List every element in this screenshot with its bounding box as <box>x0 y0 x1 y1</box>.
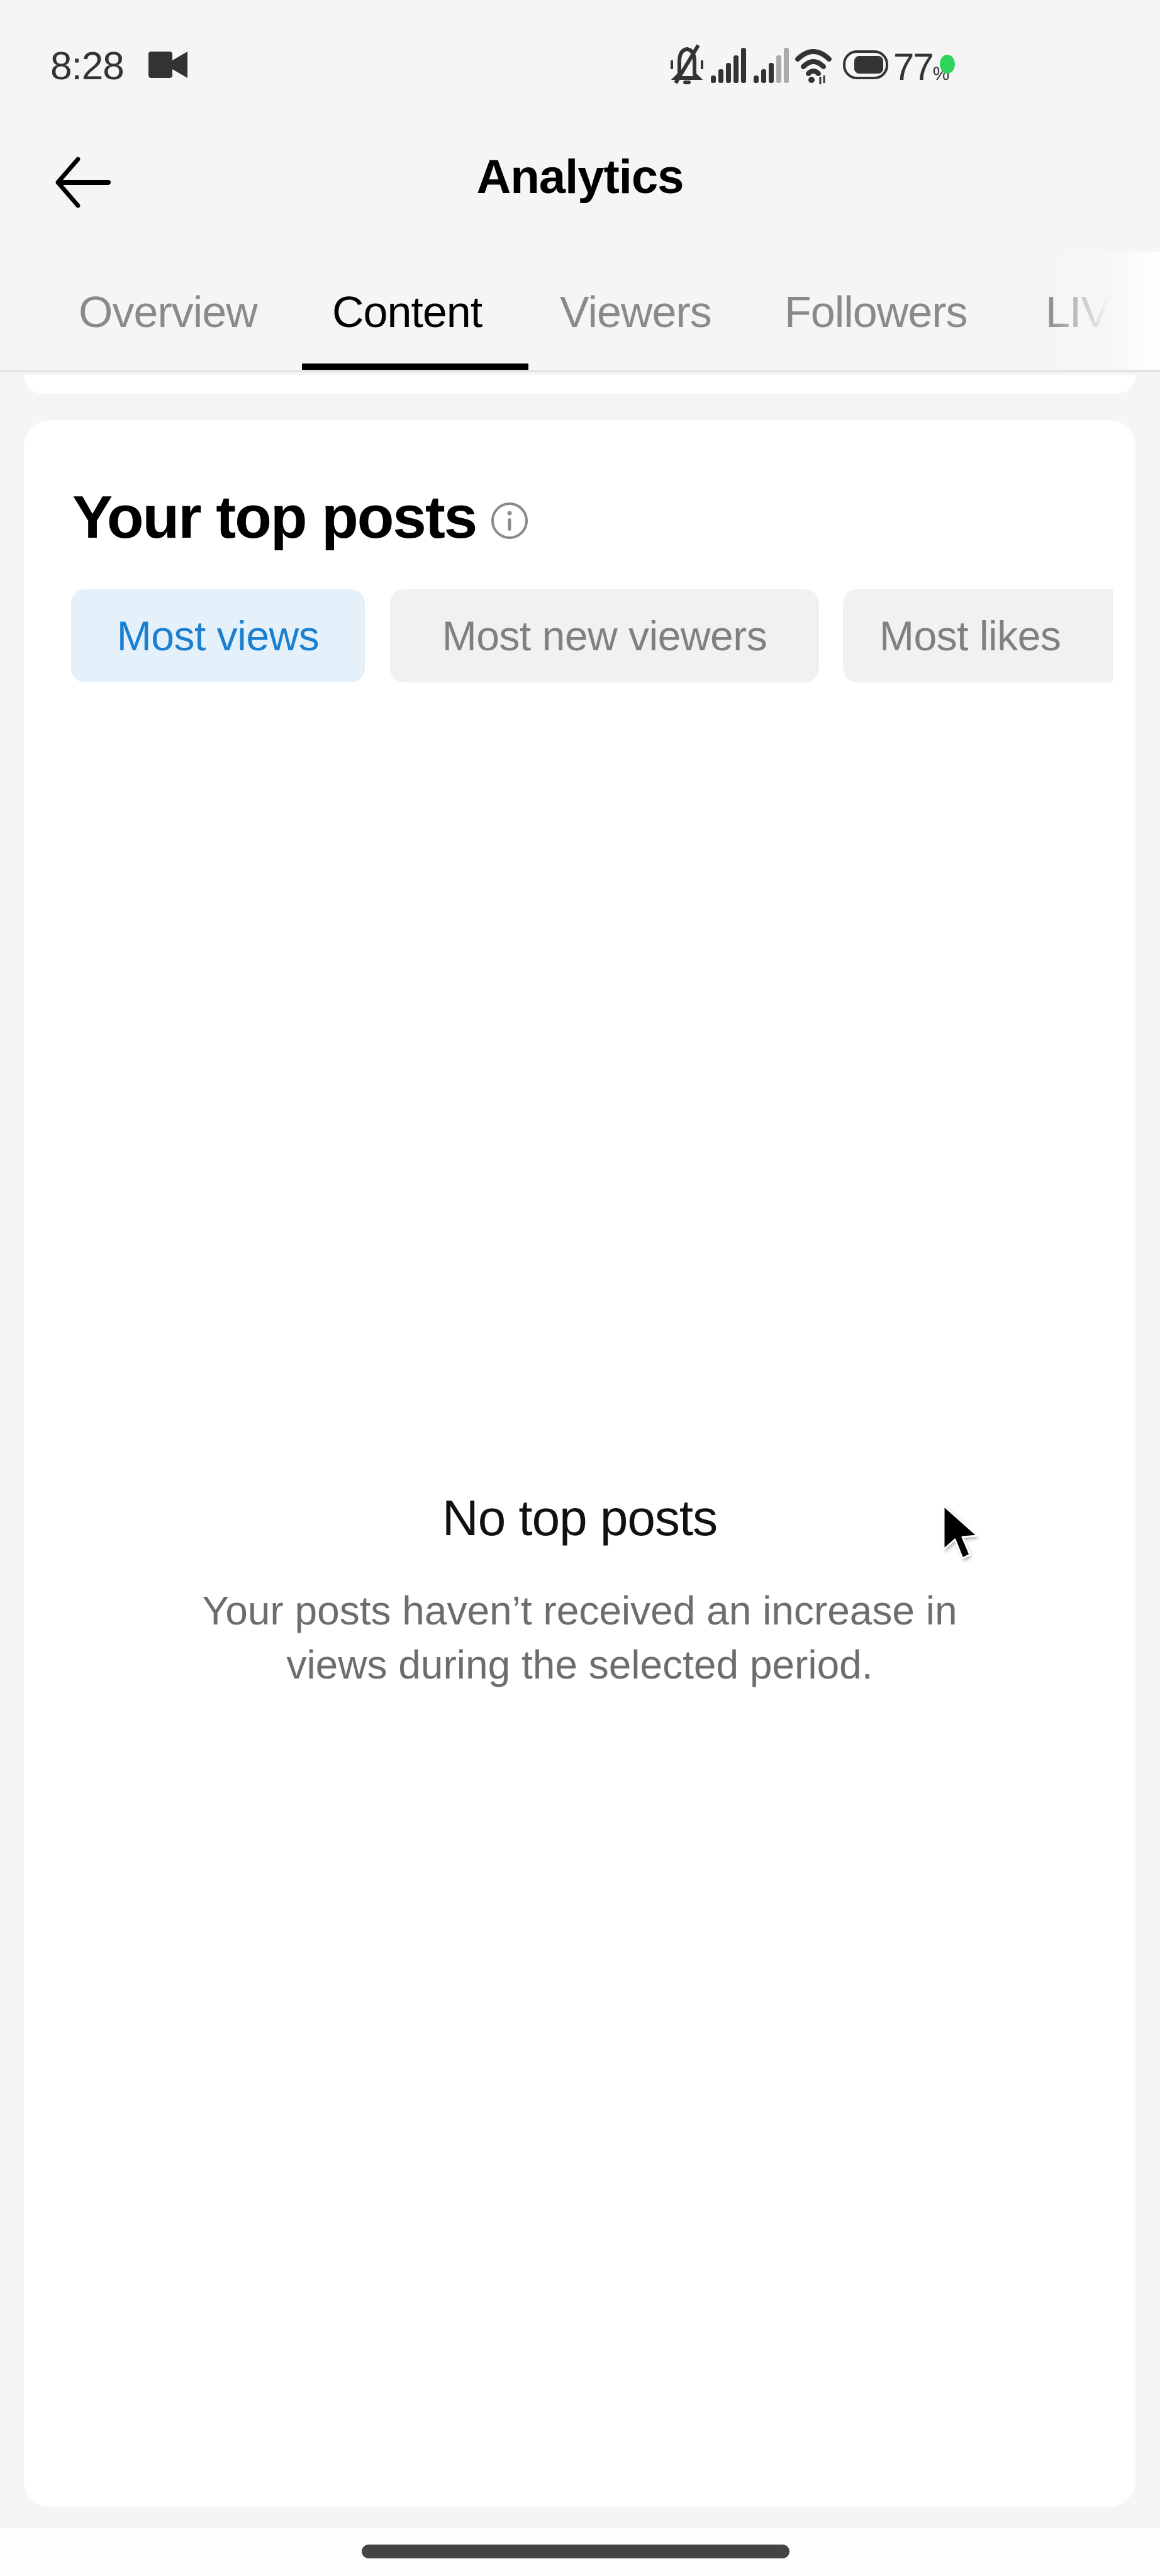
wifi-icon <box>795 49 832 84</box>
empty-state-description-line: Your posts haven’t received an increase … <box>202 1588 957 1633</box>
status-time: 8:28 <box>50 45 125 88</box>
chip-most-likes[interactable]: Most likes <box>843 589 1113 682</box>
status-bar: 8:28 77% <box>0 0 1160 132</box>
chip-most-views[interactable]: Most views <box>71 589 365 682</box>
analytics-tabs: Overview Content Viewers Followers LIVE <box>0 252 1160 372</box>
chip-most-new-viewers[interactable]: Most new viewers <box>390 589 819 682</box>
top-posts-filter-chips: Most views Most new viewers Most likes <box>71 589 1113 684</box>
tab-viewers[interactable]: Viewers <box>560 287 712 337</box>
privacy-indicator-dot <box>940 55 955 74</box>
empty-state-title: No top posts <box>442 1490 718 1546</box>
signal-sim2-icon <box>754 48 789 83</box>
section-title: Your top posts <box>72 484 477 551</box>
battery-icon <box>843 50 888 79</box>
video-recording-icon <box>148 52 187 78</box>
info-circle-icon[interactable] <box>490 501 529 540</box>
tab-content[interactable]: Content <box>332 287 482 337</box>
empty-state-description: Your posts haven’t received an increase … <box>24 1584 1135 1692</box>
previous-card-edge <box>24 375 1135 394</box>
empty-state-description-line: views during the selected period. <box>286 1642 873 1687</box>
app-header: Analytics <box>0 132 1160 226</box>
signal-sim1-icon <box>711 48 746 83</box>
active-tab-indicator <box>302 364 528 370</box>
tab-overview[interactable]: Overview <box>79 287 258 337</box>
empty-state: No top posts Your posts haven’t received… <box>24 1489 1135 1692</box>
page-title: Analytics <box>476 150 684 204</box>
top-posts-header: Your top posts <box>72 483 529 552</box>
tab-followers[interactable]: Followers <box>784 287 968 337</box>
mute-bell-icon <box>671 44 703 84</box>
tabs-scroll-fade <box>1047 252 1160 370</box>
home-indicator[interactable] <box>362 2545 789 2558</box>
top-posts-card: Your top posts Most views Most new viewe… <box>24 420 1135 2507</box>
